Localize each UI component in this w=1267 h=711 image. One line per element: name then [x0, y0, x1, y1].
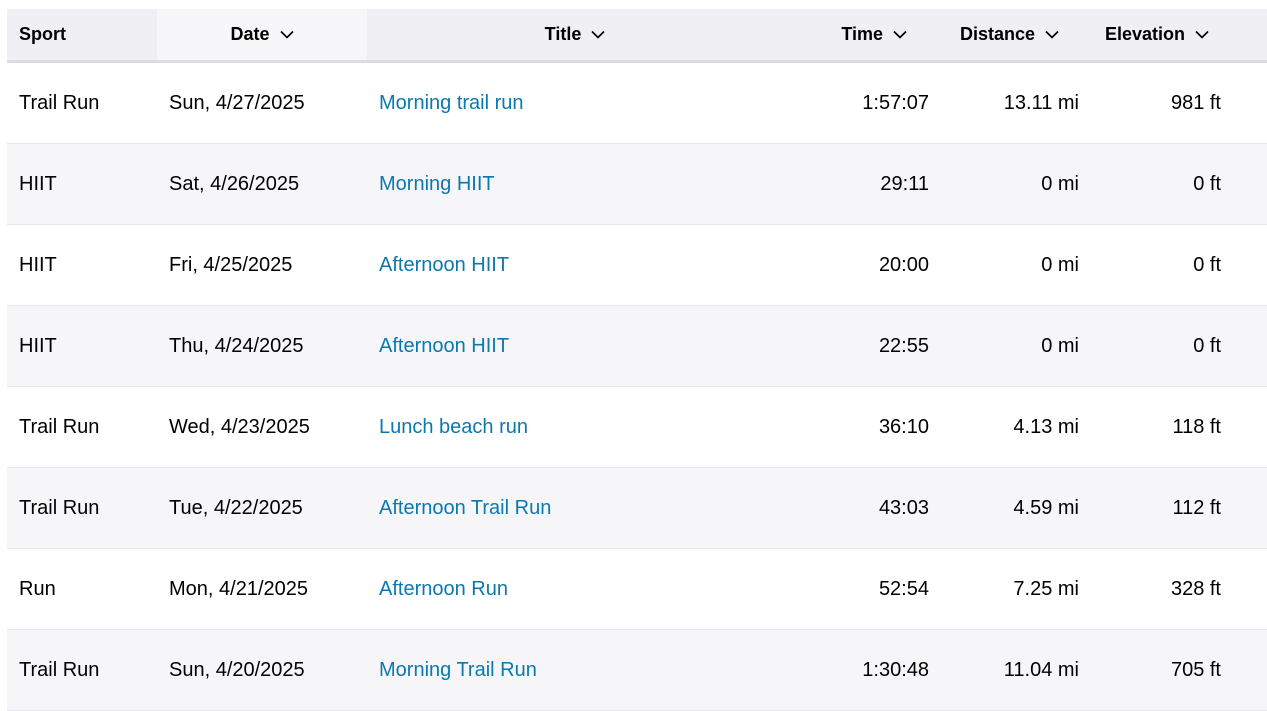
distance-cell: 11.04 mi — [933, 629, 1083, 711]
distance-cell: 4.13 mi — [933, 386, 1083, 468]
title-cell: Morning trail run — [367, 61, 783, 144]
title-cell: Afternoon Run — [367, 548, 783, 630]
title-cell: Morning HIIT — [367, 143, 783, 225]
activity-title-link[interactable]: Morning HIIT — [379, 173, 495, 195]
table-row: HIIT Fri, 4/25/2025 Afternoon HIIT 20:00… — [7, 224, 1267, 306]
activity-title-link[interactable]: Morning trail run — [379, 92, 524, 114]
chevron-down-icon — [279, 30, 294, 39]
activity-title-link[interactable]: Afternoon Trail Run — [379, 497, 551, 519]
column-header-elevation[interactable]: Elevation — [1083, 9, 1267, 63]
time-cell: 1:57:07 — [783, 61, 933, 144]
table-row: HIIT Thu, 4/24/2025 Afternoon HIIT 22:55… — [7, 305, 1267, 387]
elevation-cell: 112 ft — [1083, 467, 1267, 549]
table-row: Trail Run Sun, 4/20/2025 Morning Trail R… — [7, 629, 1267, 711]
distance-cell: 0 mi — [933, 224, 1083, 306]
column-header-distance[interactable]: Distance — [933, 9, 1083, 63]
column-header-distance-label: Distance — [959, 24, 1035, 44]
sport-cell: Trail Run — [7, 629, 157, 711]
table-row: Run Mon, 4/21/2025 Afternoon Run 52:54 7… — [7, 548, 1267, 630]
title-cell: Afternoon Trail Run — [367, 467, 783, 549]
date-cell: Tue, 4/22/2025 — [157, 467, 367, 549]
activity-title-link[interactable]: Afternoon Run — [379, 578, 508, 600]
column-header-time[interactable]: Time — [783, 9, 933, 63]
time-cell: 52:54 — [783, 548, 933, 630]
table-row: Trail Run Sun, 4/27/2025 Morning trail r… — [7, 61, 1267, 144]
chevron-down-icon — [1195, 30, 1209, 39]
activities-table-container: Sport Date Title Time Distance Elevation… — [7, 9, 1267, 711]
table-row: Trail Run Wed, 4/23/2025 Lunch beach run… — [7, 386, 1267, 468]
table-row: HIIT Sat, 4/26/2025 Morning HIIT 29:11 0… — [7, 143, 1267, 225]
date-cell: Sat, 4/26/2025 — [157, 143, 367, 225]
chevron-down-icon — [1045, 30, 1059, 39]
date-cell: Mon, 4/21/2025 — [157, 548, 367, 630]
time-cell: 29:11 — [783, 143, 933, 225]
activity-title-link[interactable]: Afternoon HIIT — [379, 335, 509, 357]
title-cell: Lunch beach run — [367, 386, 783, 468]
elevation-cell: 328 ft — [1083, 548, 1267, 630]
sport-cell: HIIT — [7, 224, 157, 306]
distance-cell: 7.25 mi — [933, 548, 1083, 630]
title-cell: Morning Trail Run — [367, 629, 783, 711]
column-header-time-label: Time — [841, 24, 883, 44]
elevation-cell: 981 ft — [1083, 61, 1267, 144]
sport-cell: Trail Run — [7, 386, 157, 468]
time-cell: 22:55 — [783, 305, 933, 387]
activity-title-link[interactable]: Lunch beach run — [379, 416, 528, 438]
distance-cell: 0 mi — [933, 305, 1083, 387]
table-header: Sport Date Title Time Distance Elevation — [7, 9, 1267, 63]
elevation-cell: 0 ft — [1083, 305, 1267, 387]
distance-cell: 13.11 mi — [933, 61, 1083, 144]
column-header-elevation-label: Elevation — [1104, 24, 1185, 44]
sport-cell: HIIT — [7, 143, 157, 225]
time-cell: 36:10 — [783, 386, 933, 468]
title-cell: Afternoon HIIT — [367, 224, 783, 306]
column-header-sport-label: Sport — [19, 24, 66, 44]
time-cell: 43:03 — [783, 467, 933, 549]
column-header-title-label: Title — [544, 24, 582, 44]
elevation-cell: 118 ft — [1083, 386, 1267, 468]
distance-cell: 4.59 mi — [933, 467, 1083, 549]
activities-table: Sport Date Title Time Distance Elevation… — [7, 9, 1267, 711]
chevron-down-icon — [893, 30, 907, 39]
header-row: Sport Date Title Time Distance Elevation — [7, 9, 1267, 63]
table-row: Trail Run Tue, 4/22/2025 Afternoon Trail… — [7, 467, 1267, 549]
title-cell: Afternoon HIIT — [367, 305, 783, 387]
column-header-title[interactable]: Title — [367, 9, 783, 63]
elevation-cell: 705 ft — [1083, 629, 1267, 711]
time-cell: 1:30:48 — [783, 629, 933, 711]
sport-cell: Run — [7, 548, 157, 630]
activity-title-link[interactable]: Afternoon HIIT — [379, 254, 509, 276]
date-cell: Fri, 4/25/2025 — [157, 224, 367, 306]
column-header-sport[interactable]: Sport — [7, 9, 157, 63]
time-cell: 20:00 — [783, 224, 933, 306]
sport-cell: Trail Run — [7, 467, 157, 549]
date-cell: Wed, 4/23/2025 — [157, 386, 367, 468]
elevation-cell: 0 ft — [1083, 143, 1267, 225]
sport-cell: HIIT — [7, 305, 157, 387]
table-body: Trail Run Sun, 4/27/2025 Morning trail r… — [7, 61, 1267, 711]
column-header-date-label: Date — [230, 24, 270, 44]
elevation-cell: 0 ft — [1083, 224, 1267, 306]
sport-cell: Trail Run — [7, 61, 157, 144]
chevron-down-icon — [591, 30, 605, 39]
activity-title-link[interactable]: Morning Trail Run — [379, 659, 537, 681]
column-header-date[interactable]: Date — [157, 9, 367, 63]
date-cell: Thu, 4/24/2025 — [157, 305, 367, 387]
date-cell: Sun, 4/20/2025 — [157, 629, 367, 711]
distance-cell: 0 mi — [933, 143, 1083, 225]
date-cell: Sun, 4/27/2025 — [157, 61, 367, 144]
